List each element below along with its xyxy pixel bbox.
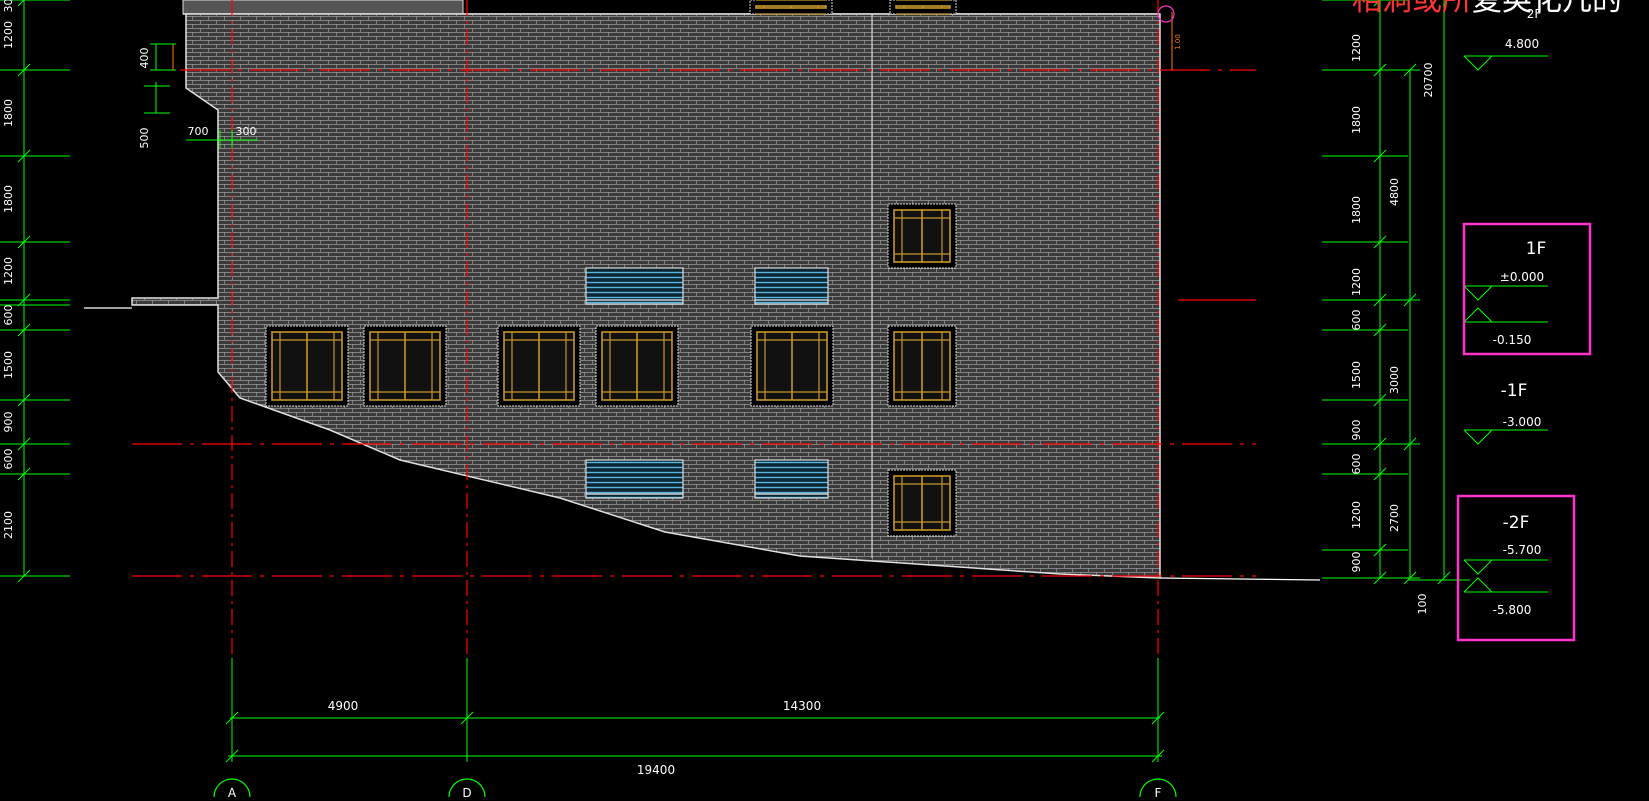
svg-text:-5.800: -5.800 xyxy=(1493,603,1532,617)
left-dim-label: 300 xyxy=(2,0,15,13)
right-inner-dim-label: 1200 xyxy=(1350,268,1363,296)
left-dim-label: 1500 xyxy=(2,351,15,379)
window xyxy=(595,325,679,407)
louver-vent xyxy=(585,267,684,305)
window xyxy=(363,325,447,407)
left-dim-label: 600 xyxy=(2,449,15,470)
bottom-dimensions xyxy=(225,658,1165,763)
louver-vent xyxy=(754,267,829,305)
dim-bottom-total: 19400 xyxy=(637,763,675,777)
level-4800: 4.800 xyxy=(1463,37,1548,71)
svg-text:4.800: 4.800 xyxy=(1505,37,1539,51)
dim-parapet: 400 xyxy=(138,48,151,69)
axis-bubbles xyxy=(213,778,1177,801)
floor-label-1f: 1F xyxy=(1526,239,1547,259)
right-inner-dim-label: 1800 xyxy=(1350,196,1363,224)
right-group-dim-label: 4800 xyxy=(1388,178,1401,206)
right-inner-dim-label: 600 xyxy=(1350,310,1363,331)
right-inner-dim-label: 1200 xyxy=(1350,501,1363,529)
right-dimension-chain: 1200 1800 1800 1200 600 1500 900 600 1200 900 4800… xyxy=(1322,0,1470,615)
right-inner-dim-label: 900 xyxy=(1350,420,1363,441)
window xyxy=(265,325,349,407)
ground-line-right xyxy=(1159,577,1321,581)
left-dim-label: 2100 xyxy=(2,511,15,539)
left-dim-label: 1800 xyxy=(2,185,15,213)
right-inner-dim-label: 1500 xyxy=(1350,361,1363,389)
level-0000: ±0.000 xyxy=(1463,270,1548,301)
window xyxy=(497,325,581,407)
svg-text:-5.700: -5.700 xyxy=(1503,543,1542,557)
axis-bubble-d[interactable]: D xyxy=(462,786,471,800)
bottom-offset-dim-label: 100 xyxy=(1416,594,1429,615)
left-dimension-chain: 300 1200 1800 1800 1200 600 1500 900 600 2100 xyxy=(0,0,70,583)
right-inner-dim-label: 900 xyxy=(1350,552,1363,573)
cad-canvas[interactable]: 400 500 700 300 1.00 300 1200 1800 1800 1200… xyxy=(0,0,1649,801)
dim-bottom-14300: 14300 xyxy=(783,699,821,713)
svg-text:-0.150: -0.150 xyxy=(1493,333,1532,347)
left-dim-label: 900 xyxy=(2,412,15,433)
right-total-dim-label: 20700 xyxy=(1422,63,1435,98)
window xyxy=(750,325,834,407)
level-minus5700: -5.700 xyxy=(1463,543,1548,575)
title-fragment: 相洞或所复英化几的 xyxy=(1352,0,1622,18)
window xyxy=(887,325,957,407)
floor-label-minus2f: -2F xyxy=(1503,513,1530,533)
louver-vent xyxy=(585,459,684,499)
dim-bottom-4900: 4900 xyxy=(328,699,359,713)
right-group-dim-label: 3000 xyxy=(1388,366,1401,394)
left-dim-label: 600 xyxy=(2,305,15,326)
level-minus5800: -5.800 xyxy=(1463,577,1548,617)
right-inner-dim-label: 1800 xyxy=(1350,106,1363,134)
dim-ledge-b: 300 xyxy=(236,125,257,138)
window xyxy=(749,0,833,15)
level-minus3000: -3.000 xyxy=(1463,415,1548,445)
right-group-dim-label: 2700 xyxy=(1388,504,1401,532)
level-marks: 4.800 1F ±0.000 -0.150 -1F -3.000 -2F -5.700 -5.… xyxy=(1463,37,1548,617)
parapet-strip xyxy=(182,0,464,15)
level-note-2f: 2F xyxy=(1527,7,1542,21)
right-inner-dim-label: 1200 xyxy=(1350,34,1363,62)
window xyxy=(887,203,957,269)
floor-label-minus1f: -1F xyxy=(1501,381,1528,401)
axis-bubble-f[interactable]: F xyxy=(1155,786,1162,800)
left-dim-label: 1200 xyxy=(2,257,15,285)
dim-small-tag: 1.00 xyxy=(1174,34,1182,50)
window xyxy=(887,469,957,537)
window xyxy=(889,0,957,15)
right-inner-dim-label: 600 xyxy=(1350,454,1363,475)
left-dim-label: 1200 xyxy=(2,21,15,49)
dim-ledge-a: 700 xyxy=(188,125,209,138)
axis-bubble-a[interactable]: A xyxy=(228,786,237,800)
louver-vent xyxy=(754,459,829,499)
elevation-drawing: 400 500 700 300 1.00 3001200180018001200… xyxy=(0,0,1622,801)
left-dim-label: 1800 xyxy=(2,99,15,127)
svg-text:-3.000: -3.000 xyxy=(1503,415,1542,429)
dim-step: 500 xyxy=(138,128,151,149)
svg-text:±0.000: ±0.000 xyxy=(1500,270,1544,284)
level-minus0150: -0.150 xyxy=(1463,307,1548,347)
